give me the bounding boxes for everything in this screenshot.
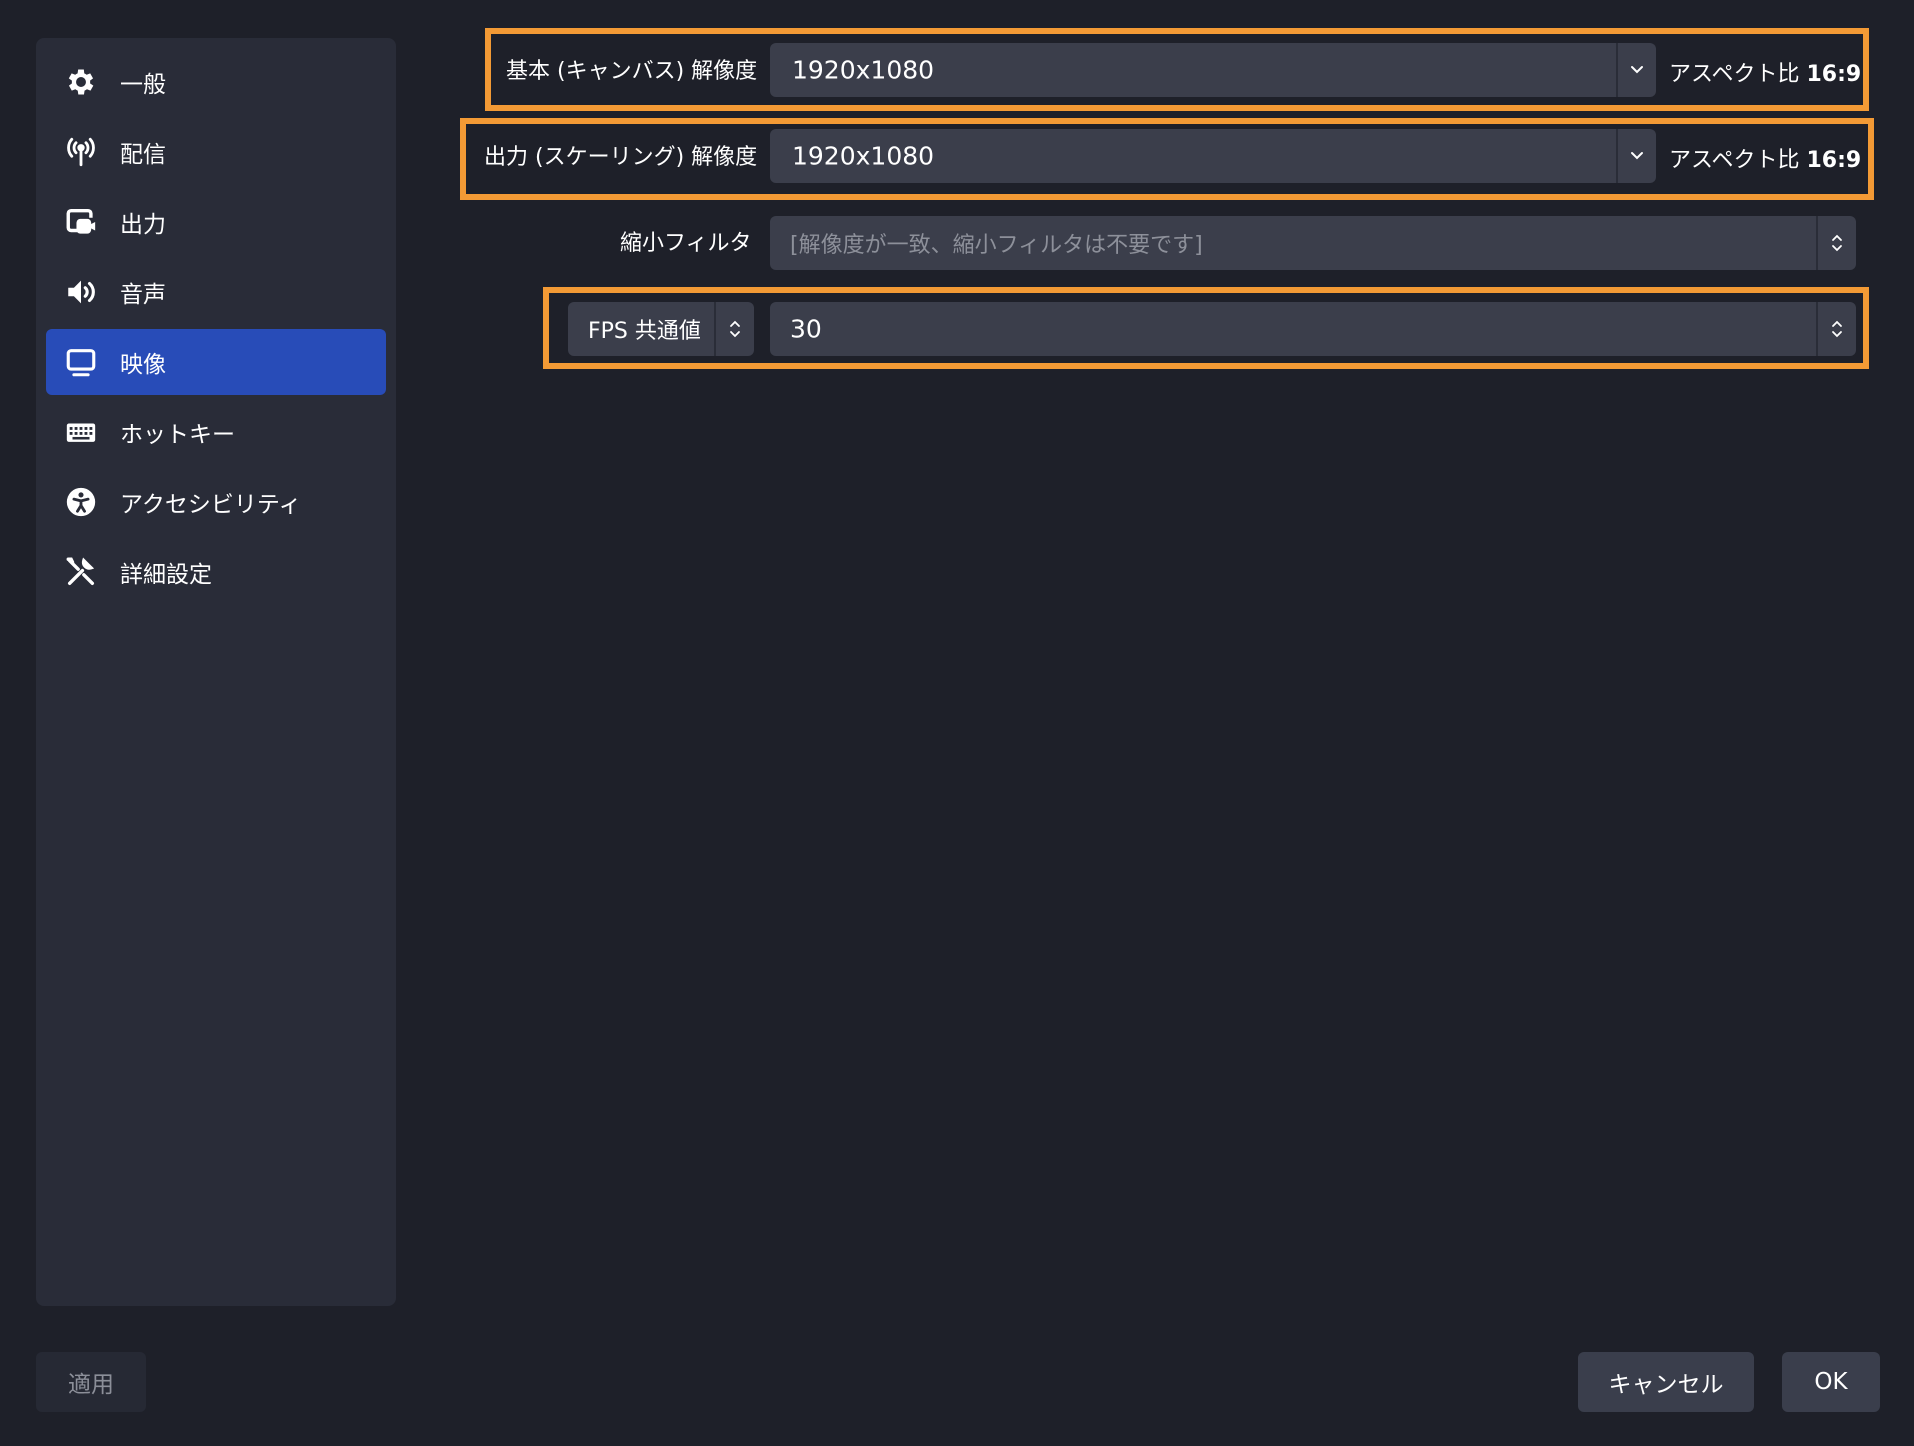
sidebar-item-video[interactable]: 映像 <box>46 329 386 395</box>
fps-type-combo[interactable]: FPS 共通値 <box>568 302 754 356</box>
aspect-prefix: アスペクト比 <box>1669 62 1800 87</box>
monitor-icon <box>64 345 98 379</box>
chevron-down-icon[interactable] <box>1616 43 1656 97</box>
antenna-icon <box>64 135 98 169</box>
sidebar-item-label: 一般 <box>120 72 166 98</box>
sidebar-item-label: ホットキー <box>120 422 235 448</box>
output-resolution-value: 1920x1080 <box>792 141 935 171</box>
sidebar-item-label: 映像 <box>120 352 166 378</box>
sidebar-item-label: 詳細設定 <box>120 562 212 588</box>
downscale-filter-combo[interactable]: [解像度が一致、縮小フィルタは不要です] <box>770 216 1856 270</box>
output-aspect-ratio: アスペクト比 16:9 <box>1669 142 1861 174</box>
sidebar-item-general[interactable]: 一般 <box>46 49 386 115</box>
sidebar-item-label: 音声 <box>120 282 166 308</box>
settings-sidebar: 一般 配信 出力 音声 映像 ホットキー アクセシビリティ 詳細設定 <box>36 38 396 1306</box>
sidebar-item-accessibility[interactable]: アクセシビリティ <box>46 469 386 535</box>
output-icon <box>64 205 98 239</box>
sidebar-item-output[interactable]: 出力 <box>46 189 386 255</box>
ok-button[interactable]: OK <box>1782 1352 1880 1412</box>
chevron-down-icon[interactable] <box>1616 129 1656 183</box>
gear-icon <box>64 65 98 99</box>
accessibility-icon <box>64 485 98 519</box>
sidebar-item-label: 出力 <box>120 212 166 238</box>
base-resolution-value: 1920x1080 <box>792 55 935 85</box>
fps-type-value: FPS 共通値 <box>588 319 701 344</box>
output-resolution-combo[interactable]: 1920x1080 <box>770 129 1656 183</box>
up-down-arrows-icon[interactable] <box>1816 302 1856 356</box>
base-aspect-ratio: アスペクト比 16:9 <box>1669 56 1861 88</box>
downscale-filter-label: 縮小フィルタ <box>620 231 752 256</box>
base-resolution-label: 基本 (キャンバス) 解像度 <box>506 59 758 84</box>
up-down-arrows-icon[interactable] <box>1816 216 1856 270</box>
aspect-value: 16:9 <box>1806 148 1862 173</box>
aspect-value: 16:9 <box>1806 62 1862 87</box>
tools-icon <box>64 555 98 589</box>
base-resolution-combo[interactable]: 1920x1080 <box>770 43 1656 97</box>
sidebar-item-audio[interactable]: 音声 <box>46 259 386 325</box>
sidebar-item-hotkeys[interactable]: ホットキー <box>46 399 386 465</box>
keyboard-icon <box>64 415 98 449</box>
cancel-button[interactable]: キャンセル <box>1578 1352 1754 1412</box>
downscale-filter-value: [解像度が一致、縮小フィルタは不要です] <box>790 233 1203 258</box>
output-resolution-label: 出力 (スケーリング) 解像度 <box>484 145 758 170</box>
aspect-prefix: アスペクト比 <box>1669 148 1800 173</box>
sidebar-item-stream[interactable]: 配信 <box>46 119 386 185</box>
speaker-icon <box>64 275 98 309</box>
up-down-arrows-icon[interactable] <box>714 302 754 356</box>
apply-button[interactable]: 適用 <box>36 1352 146 1412</box>
sidebar-item-label: 配信 <box>120 142 166 168</box>
fps-value: 30 <box>790 314 822 344</box>
sidebar-item-advanced[interactable]: 詳細設定 <box>46 539 386 605</box>
settings-window: 一般 配信 出力 音声 映像 ホットキー アクセシビリティ 詳細設定 基本 (キ… <box>0 0 1914 1446</box>
fps-value-combo[interactable]: 30 <box>770 302 1856 356</box>
sidebar-item-label: アクセシビリティ <box>120 492 302 518</box>
